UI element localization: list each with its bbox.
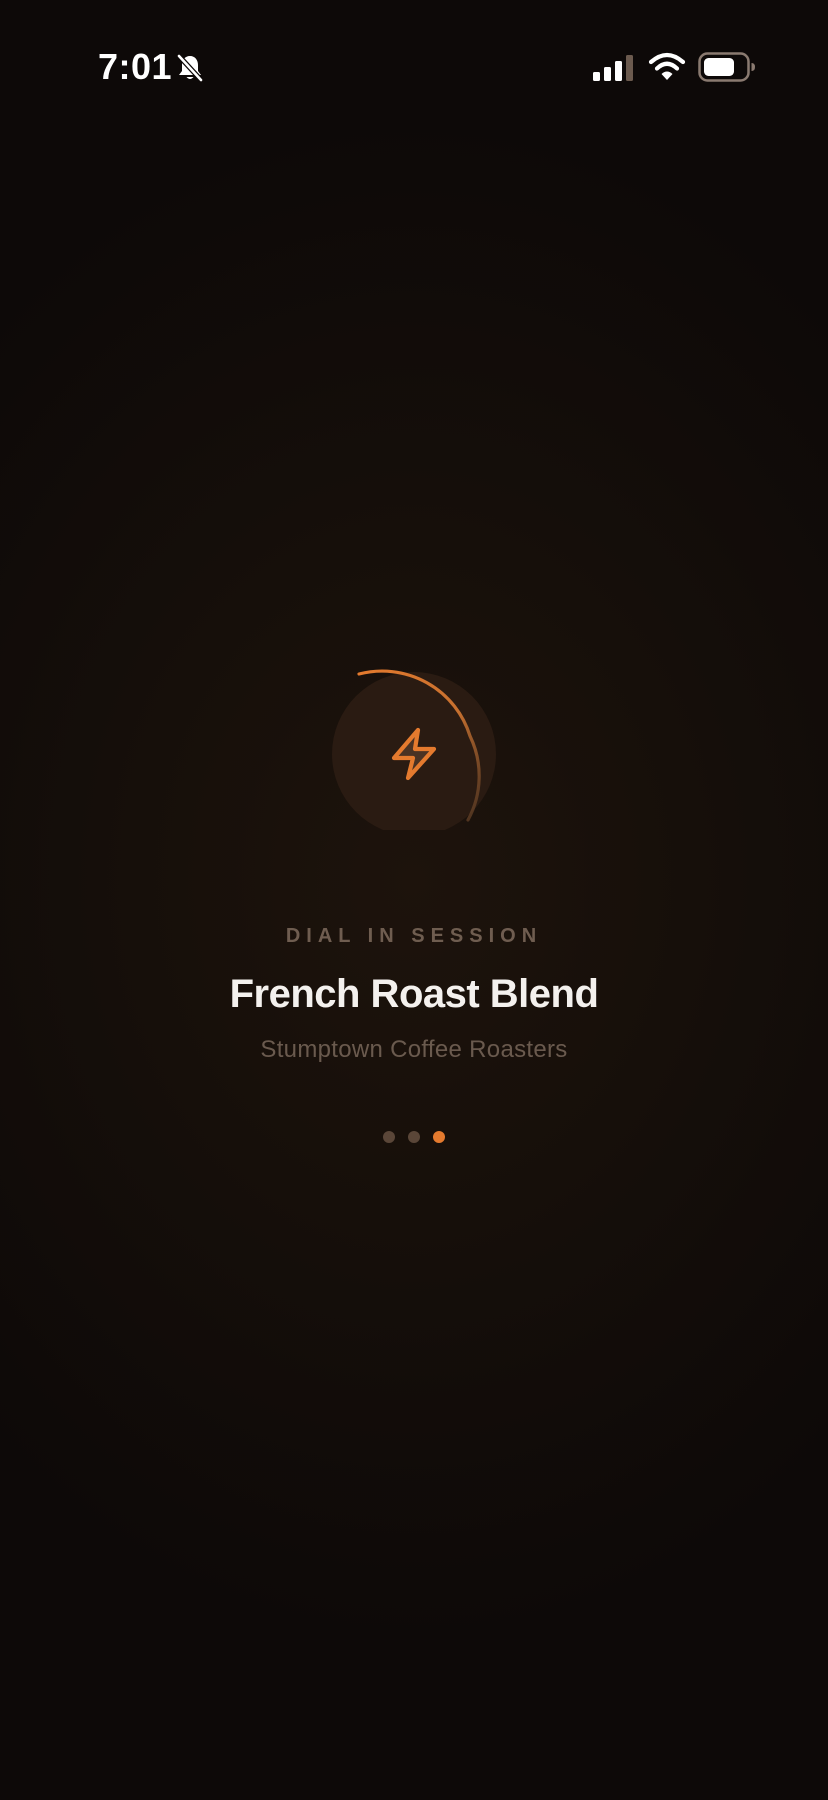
status-time: 7:01 [98,46,173,87]
battery-icon [698,52,755,82]
pager-dots [0,1131,828,1143]
pager-dot-active [433,1131,445,1143]
pager-dot [383,1131,395,1143]
loading-spinner [324,650,504,830]
coffee-name: French Roast Blend [229,972,599,1016]
bolt-icon [391,727,437,781]
status-bar: 7:01 [0,0,828,140]
session-label: DIAL IN SESSION [285,925,543,947]
bell-slash-icon [177,54,203,82]
wifi-icon [648,52,686,80]
roaster-name: Stumptown Coffee Roasters [260,1036,568,1063]
pager-dot [408,1131,420,1143]
signal-icon [593,55,633,81]
loading-screen: 7:01 DIAL IN SESSION French Roast Blend … [0,0,828,1800]
